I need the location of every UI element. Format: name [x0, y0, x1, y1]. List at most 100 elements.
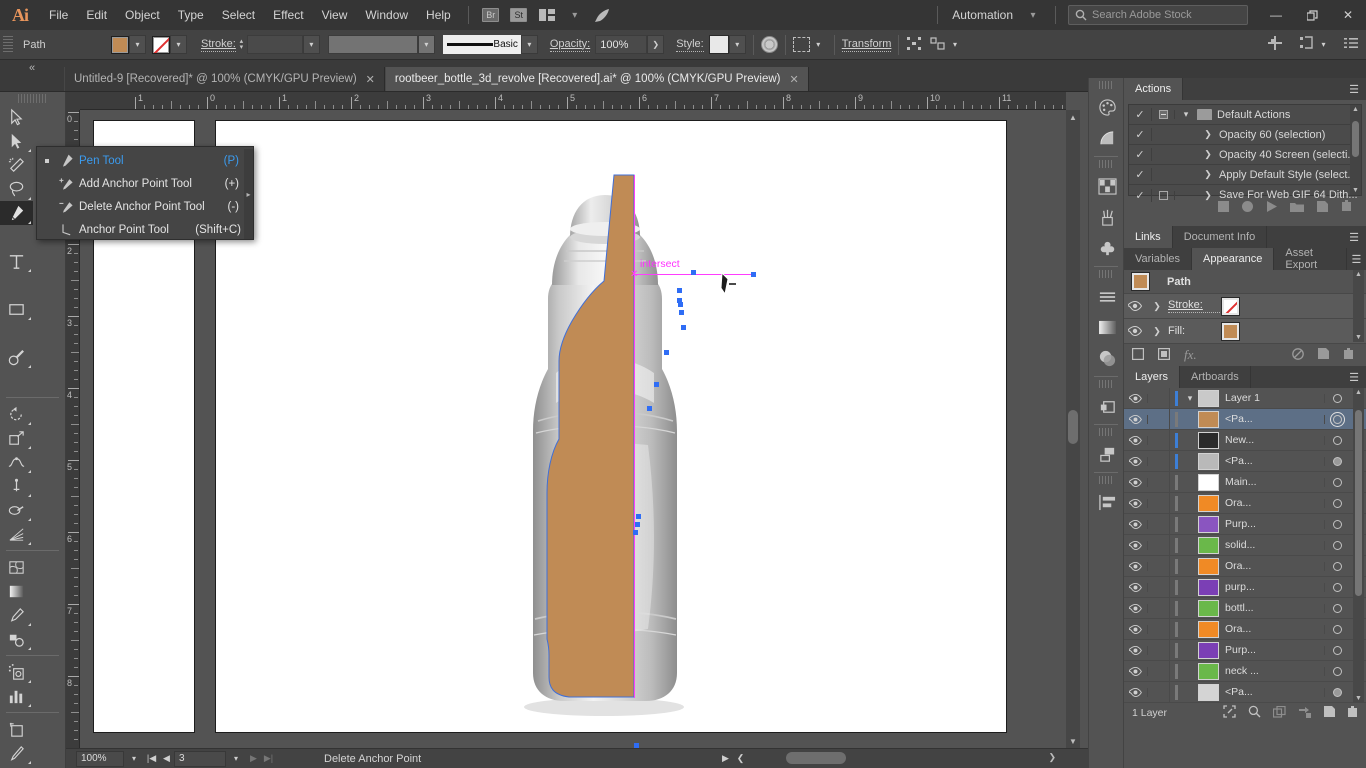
- dock-grip[interactable]: [1099, 81, 1113, 89]
- collapse-panels-icon[interactable]: «: [0, 59, 64, 91]
- lock-toggle[interactable]: [1148, 451, 1170, 471]
- last-page-icon[interactable]: ▶|: [261, 753, 276, 764]
- action-row-apply-default-style[interactable]: ✓ ❯ Apply Default Style (select...: [1129, 165, 1361, 185]
- selection-tool[interactable]: [0, 105, 33, 129]
- gradient-tool[interactable]: [0, 579, 33, 603]
- color-panel-icon[interactable]: [1089, 92, 1125, 123]
- anchor-point[interactable]: [635, 522, 640, 527]
- lock-toggle[interactable]: [1148, 388, 1170, 408]
- scrollbar-thumb[interactable]: [1068, 410, 1078, 444]
- add-new-fill-button[interactable]: [1158, 348, 1170, 363]
- menu-effect[interactable]: Effect: [264, 0, 312, 30]
- chevron-down-icon[interactable]: ▾: [1182, 393, 1198, 404]
- anchor-point[interactable]: [691, 270, 696, 275]
- stock-icon[interactable]: St: [507, 5, 531, 25]
- line-segment-tool[interactable]: [0, 273, 33, 297]
- arrange-dropdown-icon[interactable]: ▾: [946, 35, 963, 54]
- target-indicator[interactable]: [1324, 541, 1350, 550]
- target-indicator[interactable]: [1324, 625, 1350, 634]
- magic-wand-tool[interactable]: [0, 153, 33, 177]
- visibility-eye-icon[interactable]: [1124, 625, 1148, 634]
- menu-edit[interactable]: Edit: [77, 0, 116, 30]
- opacity-field[interactable]: 100%: [595, 35, 647, 54]
- layer-row[interactable]: New...: [1124, 430, 1366, 451]
- target-indicator[interactable]: [1324, 457, 1350, 466]
- tab-variables[interactable]: Variables: [1124, 248, 1192, 270]
- actions-scrollbar[interactable]: ▲ ▼: [1350, 105, 1361, 195]
- anchor-point[interactable]: [654, 382, 659, 387]
- opacity-label[interactable]: Opacity:: [550, 38, 590, 52]
- visibility-eye-icon[interactable]: [1124, 457, 1148, 466]
- previous-page-icon[interactable]: ◀: [159, 753, 174, 764]
- scroll-down-icon[interactable]: ▼: [1066, 734, 1080, 748]
- distribute-dropdown-icon[interactable]: ▾: [1315, 35, 1332, 54]
- lock-toggle[interactable]: [1148, 535, 1170, 555]
- layer-row[interactable]: Ora...: [1124, 493, 1366, 514]
- lock-toggle[interactable]: [1148, 661, 1170, 681]
- blend-tool[interactable]: [0, 627, 33, 651]
- visibility-eye-icon[interactable]: [1124, 688, 1148, 697]
- stock-search-input[interactable]: Search Adobe Stock: [1068, 5, 1248, 25]
- scrollbar-thumb[interactable]: [1352, 121, 1359, 157]
- pathfinder-panel-icon[interactable]: [1089, 391, 1125, 422]
- zoom-dropdown-icon[interactable]: ▾: [124, 751, 144, 767]
- scroll-up-icon[interactable]: ▲: [1355, 271, 1362, 278]
- anchor-point[interactable]: [677, 288, 682, 293]
- layer-row[interactable]: Ora...: [1124, 556, 1366, 577]
- symbol-sprayer-tool[interactable]: [0, 660, 33, 684]
- artboard-tool[interactable]: [0, 717, 33, 741]
- duplicate-item-button[interactable]: [1318, 348, 1329, 362]
- appearance-fill-row[interactable]: ❯ Fill:: [1124, 319, 1366, 344]
- ellipse-tool[interactable]: [0, 321, 33, 345]
- first-page-icon[interactable]: |◀: [144, 753, 159, 764]
- visibility-eye-icon[interactable]: [1124, 436, 1148, 445]
- artboard-2[interactable]: [215, 120, 1007, 733]
- selection-square[interactable]: [1350, 394, 1366, 402]
- chevron-down-icon[interactable]: ▾: [1175, 109, 1197, 120]
- type-tool[interactable]: [0, 249, 33, 273]
- actions-list[interactable]: ✓ ▾ Default Actions ✓ ❯ Opacity 60 (sele…: [1128, 104, 1362, 196]
- column-graph-tool[interactable]: [0, 684, 33, 708]
- lock-toggle[interactable]: [1148, 472, 1170, 492]
- perspective-grid-tool[interactable]: [0, 522, 33, 546]
- lock-toggle[interactable]: [1148, 514, 1170, 534]
- visibility-eye-icon[interactable]: [1124, 562, 1148, 571]
- clear-appearance-button[interactable]: [1292, 348, 1304, 363]
- direct-selection-tool[interactable]: [0, 129, 33, 153]
- target-indicator[interactable]: [1324, 646, 1350, 655]
- action-row-opacity-60[interactable]: ✓ ❯ Opacity 60 (selection): [1129, 125, 1361, 145]
- menu-select[interactable]: Select: [213, 0, 264, 30]
- chevron-down-icon[interactable]: ▾: [563, 5, 587, 25]
- dock-grip[interactable]: [1099, 428, 1113, 436]
- pen-tool[interactable]: [0, 201, 33, 225]
- stroke-color-swatch[interactable]: [152, 36, 170, 54]
- panel-menu-icon[interactable]: ☰: [1347, 248, 1366, 270]
- scroll-up-icon[interactable]: ▲: [1066, 110, 1080, 124]
- target-indicator[interactable]: [1324, 583, 1350, 592]
- create-new-sublayer-button[interactable]: [1298, 706, 1312, 721]
- layer-row[interactable]: Purp...: [1124, 514, 1366, 535]
- minimize-button[interactable]: —: [1258, 0, 1294, 30]
- fill-color-swatch[interactable]: [1222, 323, 1239, 340]
- tearoff-handle[interactable]: ▸: [244, 149, 253, 239]
- anchor-point[interactable]: [636, 514, 641, 519]
- chevron-right-icon[interactable]: ❯: [1197, 190, 1219, 201]
- target-indicator[interactable]: [1324, 499, 1350, 508]
- action-checkbox[interactable]: ✓: [1129, 128, 1152, 141]
- scroll-down-icon[interactable]: ▼: [1352, 187, 1359, 194]
- align-panel-icon[interactable]: [1089, 439, 1125, 470]
- panel-menu-icon[interactable]: ☰: [1342, 366, 1366, 388]
- flyout-item-anchor-point-tool[interactable]: Anchor Point Tool (Shift+C): [37, 218, 253, 241]
- anchor-point[interactable]: [634, 743, 639, 748]
- target-indicator[interactable]: [1324, 667, 1350, 676]
- scrollbar-thumb[interactable]: [786, 752, 846, 764]
- locate-object-button[interactable]: [1223, 705, 1236, 721]
- lasso-tool[interactable]: [0, 177, 33, 201]
- close-button[interactable]: ✕: [1330, 0, 1366, 30]
- fill-color-swatch[interactable]: [111, 36, 129, 54]
- lock-toggle[interactable]: [1148, 598, 1170, 618]
- brush-dropdown-icon[interactable]: ▾: [521, 35, 538, 54]
- lock-toggle[interactable]: [1148, 640, 1170, 660]
- visibility-eye-icon[interactable]: [1124, 583, 1148, 592]
- anchor-point[interactable]: [633, 530, 638, 535]
